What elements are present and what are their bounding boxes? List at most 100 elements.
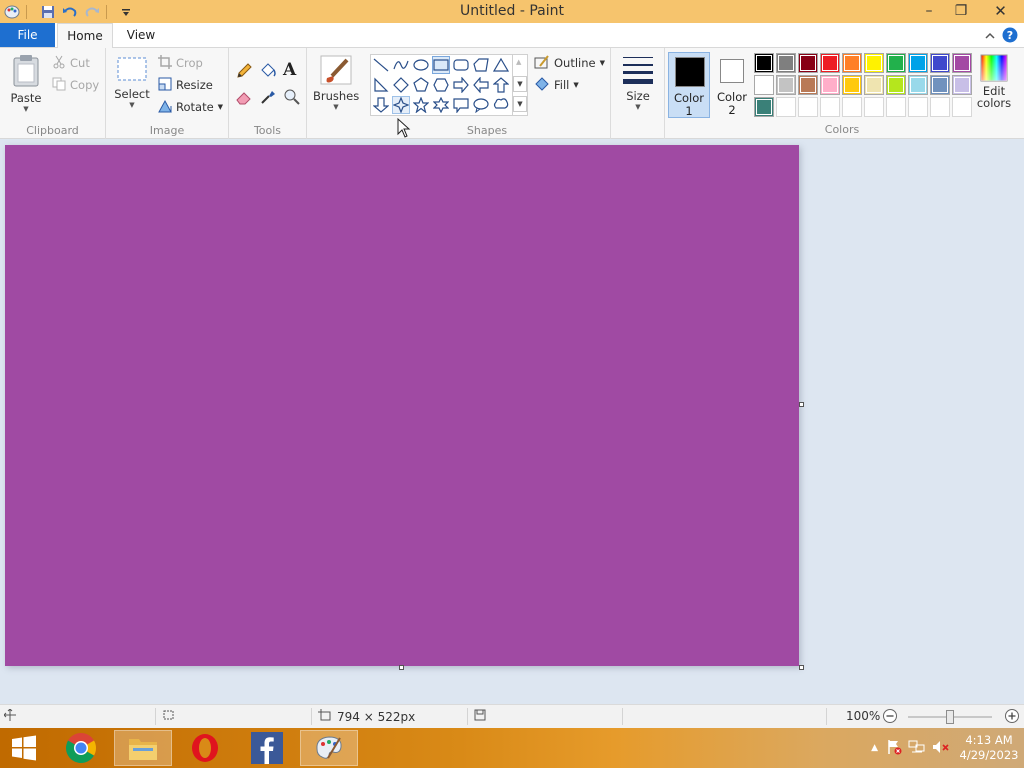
select-button[interactable]: Select ▼ (112, 56, 152, 109)
palette-swatch[interactable] (864, 53, 884, 73)
palette-swatch[interactable] (908, 75, 928, 95)
zoom-in-button[interactable] (1004, 708, 1020, 724)
palette-empty-swatch[interactable] (820, 97, 840, 117)
color1-button[interactable]: Color 1 (668, 52, 710, 118)
magnifier-icon[interactable] (283, 88, 301, 109)
edit-colors-button[interactable]: Edit colors (976, 54, 1012, 109)
palette-swatch[interactable] (930, 53, 950, 73)
fill-bucket-icon[interactable] (259, 62, 277, 83)
palette-empty-swatch[interactable] (798, 97, 818, 117)
restore-button[interactable]: ❐ (945, 0, 977, 22)
resize-handle-right[interactable] (799, 402, 804, 407)
cut-button[interactable]: Cut (52, 54, 90, 72)
network-icon[interactable] (908, 739, 926, 758)
five-point-star-shape-icon[interactable] (412, 96, 430, 114)
palette-swatch[interactable] (776, 75, 796, 95)
resize-handle-corner[interactable] (799, 665, 804, 670)
palette-empty-swatch[interactable] (952, 97, 972, 117)
palette-swatch[interactable] (908, 53, 928, 73)
chrome-taskbar-button[interactable] (52, 730, 110, 766)
palette-swatch[interactable] (820, 53, 840, 73)
volume-muted-icon[interactable] (932, 739, 950, 758)
zoom-slider-thumb[interactable] (946, 710, 954, 724)
right-arrow-shape-icon[interactable] (452, 76, 470, 94)
resize-handle-bottom[interactable] (399, 665, 404, 670)
minimize-button[interactable]: – (913, 0, 945, 22)
shapes-gallery-scrollbar[interactable]: ▲ ▼ ▼ (512, 54, 527, 116)
oval-shape-icon[interactable] (412, 56, 430, 74)
resize-button[interactable]: Resize (158, 76, 213, 94)
palette-swatch[interactable] (952, 53, 972, 73)
palette-swatch[interactable] (754, 75, 774, 95)
polygon-shape-icon[interactable] (472, 56, 490, 74)
color-picker-icon[interactable] (259, 88, 277, 109)
expand-gallery-icon[interactable]: ▼ (513, 96, 527, 112)
drawing-canvas[interactable] (5, 145, 799, 666)
pentagon-shape-icon[interactable] (412, 76, 430, 94)
palette-empty-swatch[interactable] (864, 97, 884, 117)
minimize-ribbon-icon[interactable] (984, 30, 996, 44)
show-hidden-icons-icon[interactable]: ▲ (871, 743, 878, 753)
palette-swatch[interactable] (754, 53, 774, 73)
eraser-icon[interactable] (235, 88, 253, 109)
four-point-star-shape-icon[interactable] (392, 96, 410, 114)
scroll-down-icon[interactable]: ▼ (513, 76, 527, 92)
palette-empty-swatch[interactable] (776, 97, 796, 117)
palette-empty-swatch[interactable] (886, 97, 906, 117)
action-center-flag-icon[interactable] (886, 739, 902, 758)
tab-home[interactable]: Home (57, 23, 113, 48)
down-arrow-shape-icon[interactable] (372, 96, 390, 114)
palette-swatch[interactable] (930, 75, 950, 95)
paint-taskbar-button[interactable] (300, 730, 358, 766)
palette-swatch[interactable] (864, 75, 884, 95)
left-arrow-shape-icon[interactable] (472, 76, 490, 94)
rectangle-shape-icon[interactable] (432, 56, 450, 74)
palette-empty-swatch[interactable] (908, 97, 928, 117)
scroll-up-icon[interactable]: ▲ (516, 58, 521, 66)
crop-button[interactable]: Crop (158, 54, 203, 72)
palette-swatch[interactable] (886, 53, 906, 73)
palette-empty-swatch[interactable] (842, 97, 862, 117)
palette-swatch[interactable] (952, 75, 972, 95)
copy-button[interactable]: Copy (52, 76, 99, 94)
palette-swatch[interactable] (798, 75, 818, 95)
palette-swatch[interactable] (798, 53, 818, 73)
right-triangle-shape-icon[interactable] (372, 76, 390, 94)
color2-button[interactable]: Color 2 (713, 52, 751, 118)
palette-swatch[interactable] (886, 75, 906, 95)
paste-button[interactable]: Paste ▼ (6, 54, 46, 113)
palette-swatch[interactable] (754, 97, 774, 117)
palette-swatch[interactable] (820, 75, 840, 95)
palette-swatch[interactable] (842, 75, 862, 95)
outline-button[interactable]: Outline ▼ (534, 54, 605, 72)
text-tool-icon[interactable]: A (283, 60, 296, 80)
rotate-button[interactable]: Rotate ▼ (158, 98, 223, 116)
help-icon[interactable]: ? (1002, 27, 1018, 46)
palette-swatch[interactable] (842, 53, 862, 73)
size-button[interactable]: Size ▼ (619, 54, 657, 111)
hexagon-shape-icon[interactable] (432, 76, 450, 94)
taskbar-clock[interactable]: 4:13 AM 4/29/2023 (954, 733, 1024, 763)
opera-taskbar-button[interactable] (176, 730, 234, 766)
zoom-out-button[interactable] (882, 708, 898, 724)
rectangular-callout-shape-icon[interactable] (452, 96, 470, 114)
windows-start-button[interactable] (0, 730, 48, 766)
line-shape-icon[interactable] (372, 56, 390, 74)
curve-shape-icon[interactable] (392, 56, 410, 74)
palette-swatch[interactable] (776, 53, 796, 73)
close-button[interactable]: ✕ (977, 0, 1024, 22)
tab-view[interactable]: View (118, 23, 164, 47)
brushes-button[interactable]: Brushes ▼ (313, 54, 359, 111)
fill-button[interactable]: Fill ▼ (534, 76, 579, 94)
palette-empty-swatch[interactable] (930, 97, 950, 117)
diamond-shape-icon[interactable] (392, 76, 410, 94)
six-point-star-shape-icon[interactable] (432, 96, 450, 114)
rounded-rectangle-shape-icon[interactable] (452, 56, 470, 74)
up-arrow-shape-icon[interactable] (492, 76, 510, 94)
oval-callout-shape-icon[interactable] (472, 96, 490, 114)
pencil-icon[interactable] (235, 62, 253, 83)
file-explorer-taskbar-button[interactable] (114, 730, 172, 766)
tab-file[interactable]: File (0, 23, 55, 47)
facebook-taskbar-button[interactable] (238, 730, 296, 766)
cloud-callout-shape-icon[interactable] (492, 96, 510, 114)
